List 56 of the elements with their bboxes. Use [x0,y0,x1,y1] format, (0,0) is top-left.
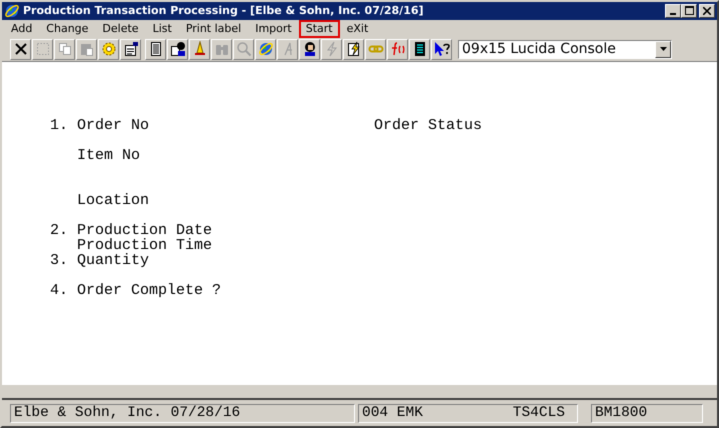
person-document-icon [170,41,186,58]
toolbar-button[interactable] [10,38,31,60]
toolbar-button[interactable] [409,38,430,60]
minimize-button[interactable] [665,4,681,18]
menu-item[interactable]: Print label [178,20,248,38]
toolbar-button[interactable] [299,38,320,60]
menu-item[interactable]: Import [248,20,299,38]
toolbar-button[interactable] [189,38,210,60]
toolbar-button[interactable] [167,38,188,60]
program-status: BM1800 [595,405,648,422]
close-icon [703,6,711,15]
field-label: Quantity [77,252,150,268]
help-pointer-icon [434,41,450,58]
field-label: Order No [77,118,150,133]
toolbar-button[interactable] [431,38,452,60]
field-label: Item No [77,148,142,163]
toolbar-button[interactable] [145,38,166,60]
gear-icon [100,41,116,58]
toolbar-button[interactable] [343,38,364,60]
dashed-square-icon [34,41,50,58]
font-dropdown[interactable]: 09x15 Lucida Console [458,40,672,59]
terminal-status: TS4CLS [512,405,565,422]
field-label: Order Status [374,118,482,133]
menu-item[interactable]: Add [4,20,40,38]
x-icon [12,41,28,58]
field-label: Order Complete ? [77,282,222,298]
search-icon [236,41,252,58]
maximize-button[interactable] [681,4,697,18]
clipboard-icon [78,41,94,58]
globe-icon [258,41,274,58]
dropdown-button[interactable] [655,40,671,58]
lightning-document-icon [346,41,362,58]
field-label: Production Time [77,238,214,253]
close-button[interactable] [699,4,715,18]
copy-icon [56,41,72,58]
menu-item[interactable]: Delete [95,20,146,38]
field-label: Location [77,192,150,208]
field-number: 4. [50,282,70,298]
menu-item[interactable]: Start [298,20,340,38]
form-icon [122,41,138,58]
company-status: Elbe & Sohn, Inc. 07/28/16 [14,405,240,422]
globe-icon [4,2,20,19]
function-icon [390,41,406,58]
field-number: 1. [50,118,70,133]
user-status: 004 EMK [362,405,423,422]
minimize-icon [670,12,676,15]
caret-icon [660,47,666,52]
field-label: Production Date [77,222,214,238]
field-number: 2. [50,222,70,238]
menu-item[interactable]: Change [39,20,96,38]
toolbar-button[interactable] [120,38,141,60]
menu-item[interactable]: eXit [340,20,376,38]
maximize-icon [684,6,694,16]
window-title: Production Transaction Processing - [Elbe & Sohn, Inc. 07/28/16] [23,4,425,18]
field-number: 3. [50,252,70,268]
menu-item[interactable]: List [146,20,179,38]
